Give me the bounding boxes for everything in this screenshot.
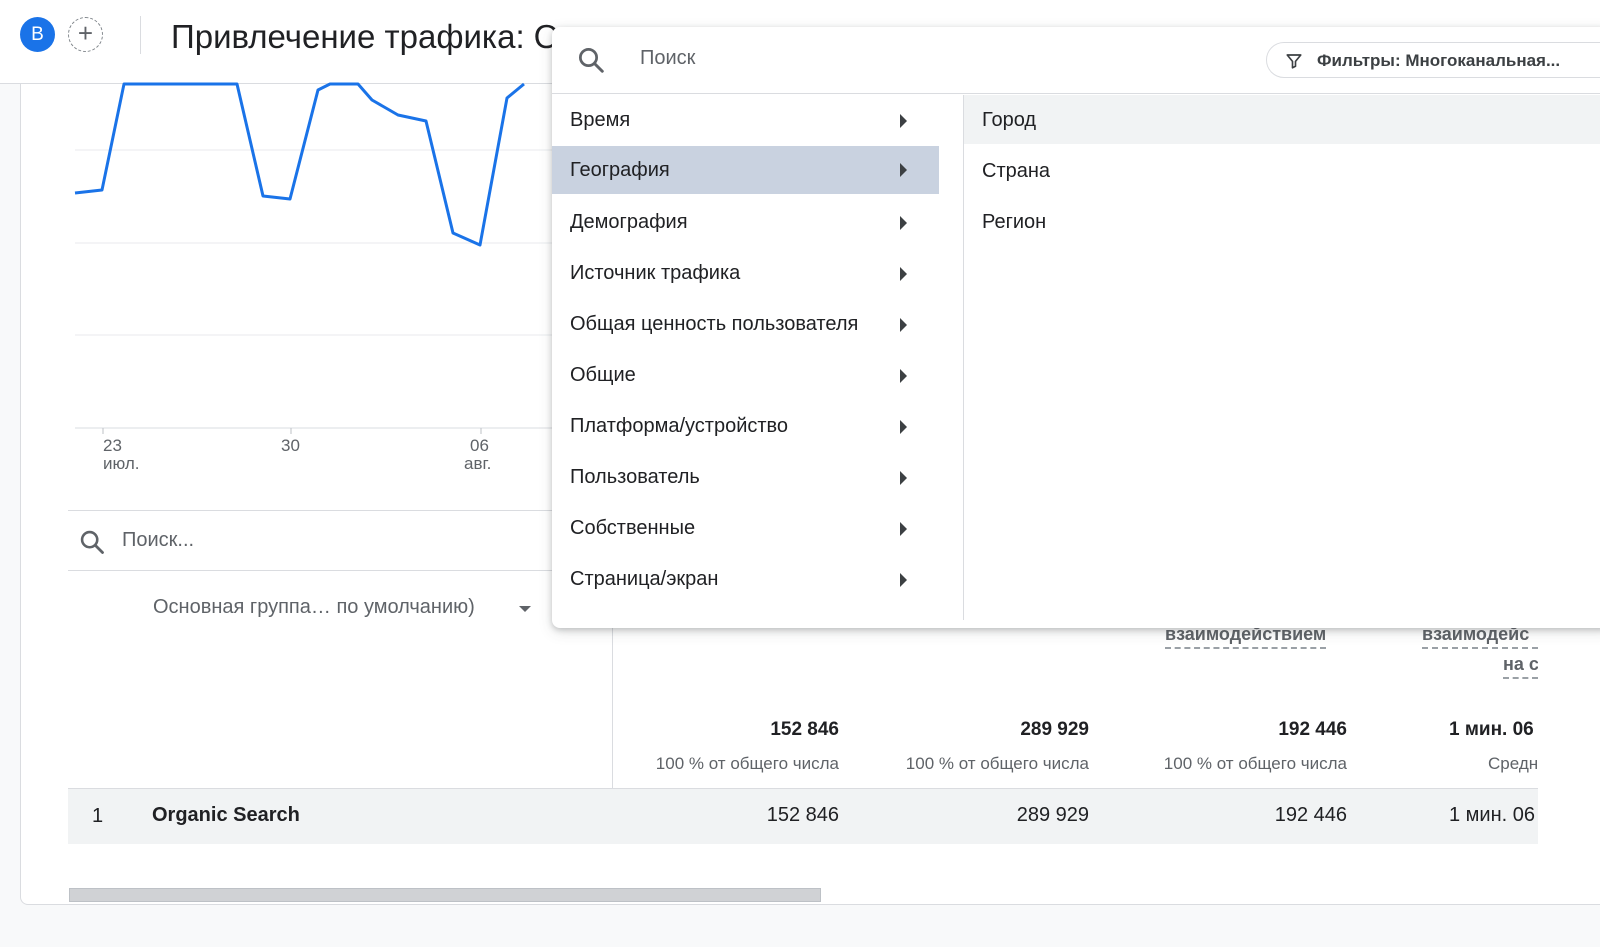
x-tick-day: 06 bbox=[470, 436, 489, 455]
row-metric-value: 152 846 bbox=[766, 804, 839, 826]
total-value: 1 мин. 06 bbox=[1449, 719, 1534, 740]
category-label: Время bbox=[570, 109, 631, 131]
category-item-lifetime-value[interactable]: Общая ценность пользователя bbox=[552, 299, 962, 350]
total-subtext: 100 % от общего числа bbox=[655, 754, 839, 773]
x-tick-day: 30 bbox=[281, 436, 300, 455]
row-metric-value: 1 мин. 06 bbox=[1449, 804, 1536, 826]
chevron-right-icon bbox=[900, 216, 907, 230]
category-item-general[interactable]: Общие bbox=[552, 350, 962, 401]
chevron-right-icon bbox=[900, 163, 907, 177]
category-label: Общие bbox=[570, 364, 636, 386]
chevron-right-icon bbox=[900, 522, 907, 536]
category-label: География bbox=[570, 159, 670, 181]
filter-chip-label: Фильтры: Многоканальная... bbox=[1317, 51, 1561, 70]
category-item-user[interactable]: Пользователь bbox=[552, 452, 962, 503]
subitem-label: Город bbox=[982, 109, 1037, 131]
category-item-page-screen[interactable]: Страница/экран bbox=[552, 554, 962, 605]
category-label: Демография bbox=[570, 211, 688, 233]
chevron-right-icon bbox=[900, 471, 907, 485]
x-tick-month: авг. bbox=[464, 454, 491, 473]
subitem-label: Регион bbox=[982, 211, 1047, 233]
total-subtext: Средн bbox=[1488, 754, 1538, 773]
dimension-category-list: Время География Демография Источник траф… bbox=[552, 95, 962, 605]
category-label: Пользователь bbox=[570, 466, 700, 488]
chevron-right-icon bbox=[900, 573, 907, 587]
chevron-right-icon bbox=[900, 318, 907, 332]
category-item-time[interactable]: Время bbox=[552, 95, 962, 146]
chevron-down-icon[interactable] bbox=[519, 606, 531, 612]
horizontal-scrollbar[interactable] bbox=[69, 888, 821, 902]
dimension-subitem-list: Город Страна Регион bbox=[964, 95, 1600, 248]
series-line bbox=[74, 82, 525, 247]
row-index: 1 bbox=[92, 805, 104, 827]
category-item-platform-device[interactable]: Платформа/устройство bbox=[552, 401, 962, 452]
chevron-right-icon bbox=[900, 420, 907, 434]
category-item-traffic-source[interactable]: Источник трафика bbox=[552, 248, 962, 299]
chevron-right-icon bbox=[900, 114, 907, 128]
category-item-custom[interactable]: Собственные bbox=[552, 503, 962, 554]
category-label: Собственные bbox=[570, 517, 696, 539]
category-item-geography[interactable]: География bbox=[552, 146, 939, 194]
category-label: Платформа/устройство bbox=[570, 415, 789, 437]
category-item-demographics[interactable]: Демография bbox=[552, 197, 962, 248]
search-icon bbox=[579, 48, 604, 73]
total-value: 192 446 bbox=[1278, 719, 1347, 740]
row-dimension-value[interactable]: Organic Search bbox=[152, 804, 300, 827]
category-label: Общая ценность пользователя bbox=[570, 313, 859, 335]
chevron-right-icon bbox=[900, 369, 907, 383]
dropdown-search-input[interactable] bbox=[640, 47, 1140, 70]
total-subtext: 100 % от общего числа bbox=[905, 754, 1089, 773]
filter-icon bbox=[1286, 54, 1302, 69]
dimension-picker-dropdown: Фильтры: Многоканальная... Время Географ… bbox=[552, 27, 1600, 628]
subitem-label: Страна bbox=[982, 160, 1051, 182]
subitem-city[interactable]: Город bbox=[964, 95, 1600, 144]
x-tick-month: июл. bbox=[103, 454, 140, 473]
subitem-region[interactable]: Регион bbox=[964, 197, 1600, 248]
row-metric-value: 289 929 bbox=[1016, 804, 1089, 826]
dropdown-search-row: Фильтры: Многоканальная... bbox=[552, 27, 1600, 94]
subitem-country[interactable]: Страна bbox=[964, 146, 1600, 197]
category-label: Страница/экран bbox=[570, 568, 719, 590]
column-header-engagement-time-line2: на с bbox=[1503, 654, 1538, 679]
primary-dimension-select[interactable]: Основная группа… по умолчанию) bbox=[153, 596, 475, 619]
x-tick-day: 23 bbox=[103, 436, 122, 455]
line-chart: 23 июл. 30 06 авг. bbox=[74, 82, 560, 473]
total-value: 152 846 bbox=[770, 719, 839, 740]
search-icon bbox=[80, 530, 104, 554]
category-label: Источник трафика bbox=[570, 262, 741, 284]
filter-chip[interactable]: Фильтры: Многоканальная... bbox=[1266, 42, 1600, 78]
row-metric-value: 192 446 bbox=[1274, 804, 1347, 826]
chevron-right-icon bbox=[900, 267, 907, 281]
total-subtext: 100 % от общего числа bbox=[1163, 754, 1347, 773]
total-value: 289 929 bbox=[1020, 719, 1089, 740]
table-search-placeholder: Поиск... bbox=[122, 529, 195, 551]
